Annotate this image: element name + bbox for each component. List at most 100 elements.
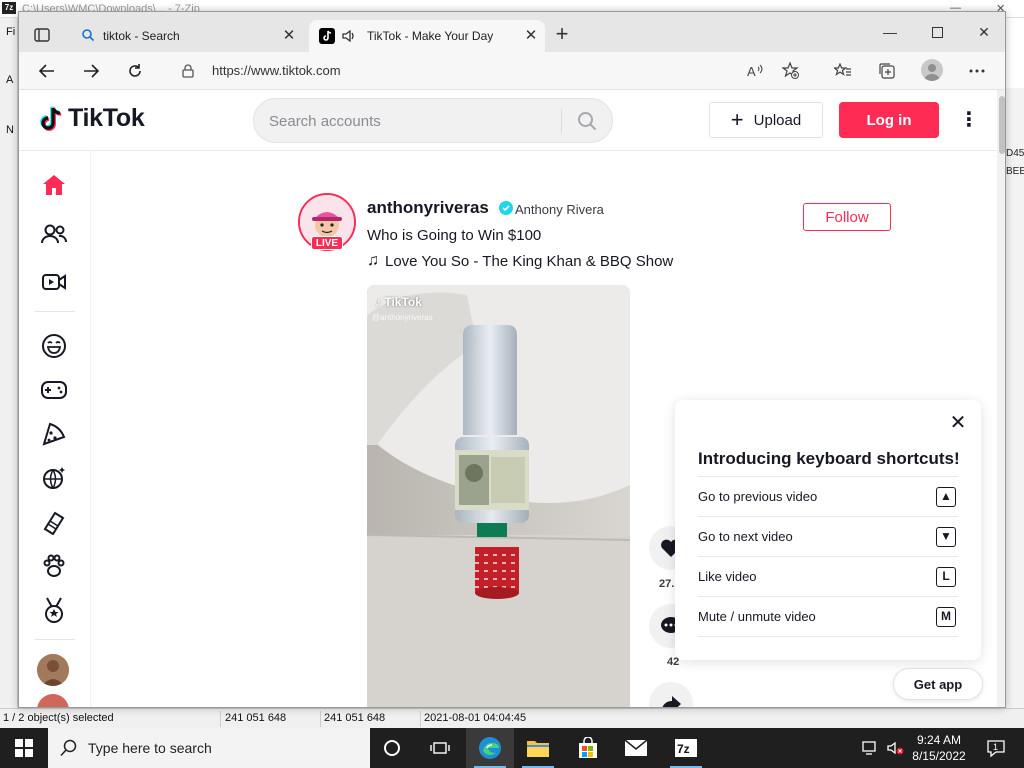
video-player[interactable]: ♪ TikTok @anthonyriveras [367,285,630,707]
post-music[interactable]: ♫ Love You So - The King Khan & BBQ Show [367,252,673,270]
creator-username[interactable]: anthonyriveras [367,198,489,218]
browser-toolbar: https://www.tiktok.com A [19,52,1005,90]
shortcut-row: Like video L [698,556,958,596]
notification-count: 1 [993,742,998,752]
sports-icon[interactable] [39,595,69,625]
video-watermark-text: TikTok [384,295,422,309]
background-status-bar: 1 / 2 object(s) selected 241 051 648 241… [0,708,1024,728]
live-icon[interactable] [39,267,69,297]
close-icon[interactable]: ✕ [947,412,969,434]
store-icon[interactable] [564,728,612,768]
shortcut-row: Go to previous video ▲ [698,476,958,516]
cortana-icon[interactable] [368,728,416,768]
following-icon[interactable] [39,219,69,249]
favorites-icon[interactable] [831,59,855,83]
profile-avatar[interactable] [921,59,943,81]
file-explorer-icon[interactable] [514,728,562,768]
taskbar: Type here to search 7z 9:24 AM 8/15/2022… [0,728,1024,768]
share-button[interactable] [649,682,693,707]
forward-icon[interactable] [79,59,103,83]
mail-icon[interactable] [612,728,660,768]
keyboard-shortcuts-popup: ✕ Introducing keyboard shortcuts! Go to … [675,400,981,660]
l-key-icon: L [936,567,956,587]
7zip-taskbar-icon[interactable]: 7z [662,728,710,768]
creator-nickname[interactable]: Anthony Rivera [515,202,604,217]
background-toolbar-label[interactable]: A [6,74,13,86]
tab-tiktok-search[interactable]: tiktok - Search ✕ [67,20,303,52]
tab-title: TikTok - Make Your Day [367,29,494,43]
video-frame [367,285,630,707]
home-icon[interactable] [39,170,69,200]
more-options-icon[interactable]: ⋮ [957,108,981,132]
background-left-strip: Fi A N [0,18,18,708]
svg-text:7z: 7z [677,742,690,756]
notification-icon[interactable]: 1 [986,738,1006,758]
plus-icon: + [730,107,744,132]
background-right-strip: D45 BEE [1006,88,1024,708]
suggested-account-avatar[interactable] [37,654,69,686]
tab-close-icon[interactable]: ✕ [521,26,541,46]
new-tab-icon[interactable]: + [551,23,573,46]
tab-title: tiktok - Search [103,29,180,43]
search-icon [578,112,597,131]
search-icon [81,28,95,45]
tiktok-favicon-icon [319,28,335,44]
settings-more-icon[interactable] [965,59,989,83]
scrollbar-thumb[interactable] [999,96,1005,154]
suggested-account-avatar[interactable] [37,694,69,707]
follow-button[interactable]: Follow [803,203,891,231]
status-size: 241 051 648 [225,712,287,724]
refresh-icon[interactable] [123,59,147,83]
tab-actions-icon[interactable] [31,24,53,46]
search-input[interactable] [269,109,549,133]
video-watermark-handle: @anthonyriveras [372,313,433,322]
gaming-icon[interactable] [39,375,69,405]
tiktok-logo-text: TikTok [68,104,145,132]
close-window-icon[interactable]: ✕ [969,22,999,42]
page-scrollbar[interactable] [997,90,1005,707]
tiktok-logo[interactable]: TikTok [39,104,145,133]
comedy-icon[interactable] [39,331,69,361]
shortcut-label: Go to next video [698,529,793,544]
read-aloud-icon[interactable]: A [744,59,768,83]
start-icon[interactable] [0,728,48,768]
tab-close-icon[interactable]: ✕ [279,26,299,46]
collections-icon[interactable] [875,59,899,83]
tiktok-logo-icon [40,105,62,131]
background-menu-label[interactable]: Fi [6,26,15,38]
animals-icon[interactable] [39,551,69,581]
maximize-icon[interactable] [922,22,952,42]
verified-badge-icon [499,201,513,215]
system-clock[interactable]: 9:24 AM 8/15/2022 [906,732,972,764]
search-divider [561,109,562,133]
taskbar-search[interactable]: Type here to search [48,728,370,768]
upload-label: Upload [753,111,802,129]
edge-taskbar-icon[interactable] [466,728,514,768]
up-arrow-key-icon: ▲ [936,487,956,507]
lock-icon[interactable] [176,59,200,83]
search-button[interactable] [572,107,602,135]
shortcut-label: Mute / unmute video [698,609,816,624]
add-favorite-icon[interactable] [779,59,803,83]
shortcut-row: Go to next video ▼ [698,516,958,556]
beauty-icon[interactable] [39,507,69,537]
upload-button[interactable]: + Upload [709,102,823,138]
tab-tiktok-home[interactable]: TikTok - Make Your Day ✕ [309,20,545,52]
live-badge: LIVE [311,236,343,250]
address-bar[interactable]: https://www.tiktok.com [212,63,341,78]
food-icon[interactable] [39,419,69,449]
back-icon[interactable] [35,59,59,83]
minimize-icon[interactable]: — [875,22,905,42]
login-button[interactable]: Log in [839,102,939,138]
background-column-label: N [6,124,14,136]
background-cell: BEE [1006,166,1024,177]
clock-date: 8/15/2022 [912,749,966,763]
status-modified: 2021-08-01 04:04:45 [424,712,527,724]
task-view-icon[interactable] [416,728,464,768]
speaker-icon[interactable] [341,28,357,47]
network-icon[interactable] [862,739,880,757]
volume-muted-icon[interactable] [886,739,904,757]
get-app-button[interactable]: Get app [893,668,983,700]
shortcuts-title: Introducing keyboard shortcuts! [698,449,960,468]
dance-icon[interactable] [39,463,69,493]
